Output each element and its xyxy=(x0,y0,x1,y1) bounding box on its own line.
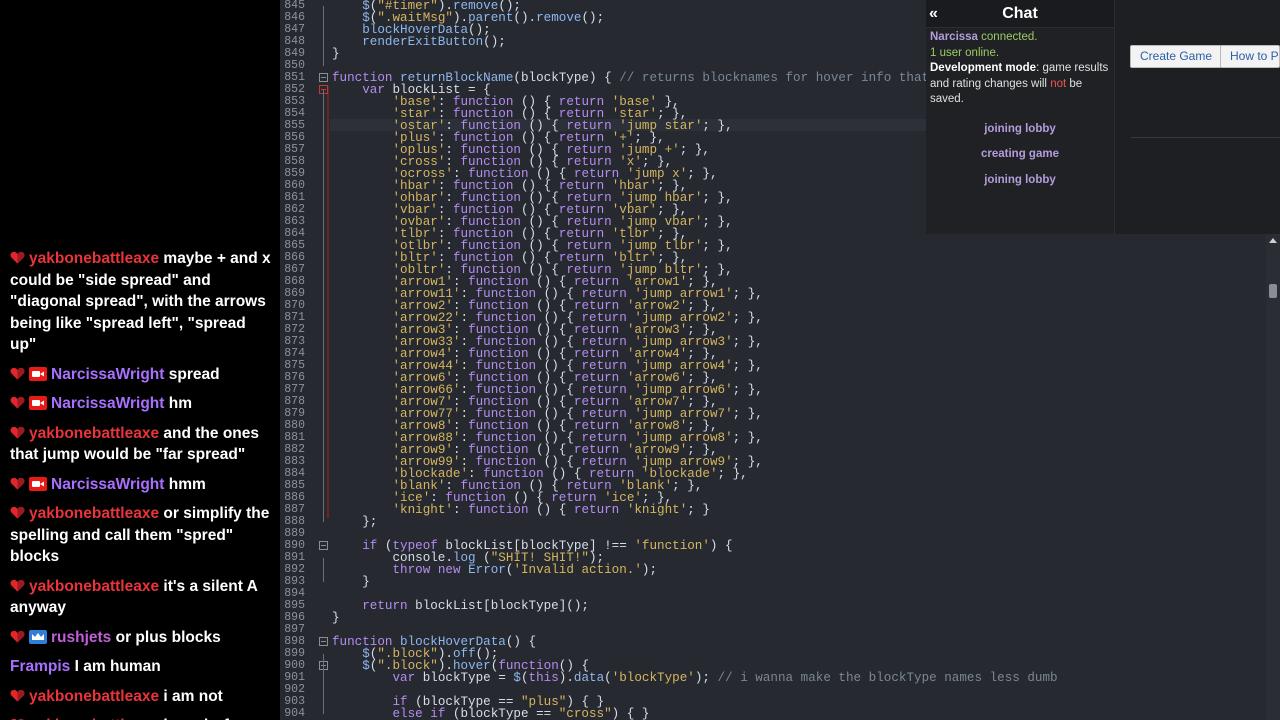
chat-message: yakbonebattleaxe maybe + and x could be … xyxy=(0,246,280,358)
chat-message-text: I am human xyxy=(74,658,161,675)
line-number: 904 xyxy=(284,707,305,720)
chat-message: NarcissaWright spread xyxy=(0,362,280,388)
code-line[interactable]: return blockList[blockType](); xyxy=(332,600,589,613)
create-game-button[interactable]: Create Game xyxy=(1130,45,1223,68)
fold-toggle-icon[interactable] xyxy=(319,541,328,550)
fold-toggle-icon[interactable] xyxy=(319,73,328,82)
heart-badge-icon xyxy=(10,689,25,702)
stream-chat-panel: yakbonebattleaxe maybe + and x could be … xyxy=(0,0,280,720)
chat-username[interactable]: yakbonebattleaxe xyxy=(29,425,159,442)
lobby-area: Create Game How to P xyxy=(1115,0,1280,234)
chat-message: yakbonebattleaxe or simplify the spellin… xyxy=(0,501,280,570)
chat-message: NarcissaWright hm xyxy=(0,391,280,417)
chat-message-text: i am not xyxy=(163,687,223,705)
chat-message-text: hm xyxy=(168,395,192,412)
line-number-gutter: 845 846 847 848 849 850 851 852 853 854 855 856 857 8… xyxy=(280,0,313,720)
site-chat-header: « Chat xyxy=(926,0,1114,28)
chat-message: yakbonebattleaxe it's a silent A anyway xyxy=(0,574,280,621)
fold-guide-line xyxy=(323,6,324,66)
chat-log-user: Narcissa xyxy=(930,31,978,43)
fold-guide-line xyxy=(323,654,324,714)
fold-toggle-icon[interactable] xyxy=(319,637,328,646)
chat-message: yakbonebattleaxe i am dorf xyxy=(0,713,280,720)
how-to-play-button[interactable]: How to P xyxy=(1220,45,1280,68)
chat-log-dev-mode: Development mode: game results and ratin… xyxy=(930,61,1110,108)
code-line[interactable]: } xyxy=(332,576,370,589)
chat-message: rushjets or plus blocks xyxy=(0,625,280,651)
fold-guide-line xyxy=(323,558,324,582)
site-chat-title: Chat xyxy=(1002,5,1038,22)
dev-mode-label: Development mode xyxy=(930,62,1037,74)
site-chat-log: Narcissa connected. 1 user online. Devel… xyxy=(926,28,1114,188)
code-line[interactable]: }; xyxy=(332,516,377,529)
dev-mode-not: not xyxy=(1050,77,1067,90)
chat-username[interactable]: yakbonebattleaxe xyxy=(29,688,159,705)
chat-message: NarcissaWright hmm xyxy=(0,472,280,498)
chat-username[interactable]: rushjets xyxy=(51,629,111,646)
chat-username[interactable]: NarcissaWright xyxy=(51,366,164,383)
chat-username[interactable]: yakbonebattleaxe xyxy=(29,505,159,522)
chat-log-online-count: 1 user online. xyxy=(930,46,1000,59)
chat-username[interactable]: NarcissaWright xyxy=(51,476,164,493)
code-line[interactable]: } xyxy=(332,48,340,61)
code-line[interactable]: 'knight': function () { return 'knight';… xyxy=(332,504,710,517)
scroll-thumb[interactable] xyxy=(1269,284,1277,298)
video-camera-badge-icon xyxy=(29,396,47,410)
chat-message: yakbonebattleaxe i am not xyxy=(0,684,280,710)
status-row: joining lobby xyxy=(984,173,1056,186)
chat-username[interactable]: NarcissaWright xyxy=(51,395,164,412)
crown-badge-icon xyxy=(29,629,47,644)
status-row: joining lobby xyxy=(984,122,1056,135)
chat-message: Frampis I am human xyxy=(0,654,280,680)
lobby-divider xyxy=(1131,137,1280,138)
fold-guide-line xyxy=(323,90,324,522)
stream-chat-messages: yakbonebattleaxe maybe + and x could be … xyxy=(0,246,280,720)
chat-username[interactable]: yakbonebattleaxe xyxy=(29,250,159,267)
chat-message: yakbonebattleaxe and the ones that jump … xyxy=(0,421,280,468)
code-line[interactable]: var blockType = $(this).data('blockType'… xyxy=(332,672,1057,685)
code-line[interactable]: else if (blockType == "cross") { } xyxy=(332,708,649,720)
video-camera-badge-icon xyxy=(29,366,47,381)
code-line[interactable]: } xyxy=(332,612,340,625)
site-chat-box: « Chat Narcissa connected. 1 user online… xyxy=(926,0,1115,234)
video-camera-badge-icon xyxy=(29,476,47,491)
heart-badge-icon xyxy=(10,396,25,409)
heart-badge-icon xyxy=(10,630,25,643)
page-scrollbar[interactable] xyxy=(1266,234,1280,720)
game-site-panel: « Chat Narcissa connected. 1 user online… xyxy=(926,0,1280,234)
heart-badge-icon xyxy=(10,426,25,439)
code-line[interactable]: renderExitButton(); xyxy=(332,36,506,49)
heart-badge-icon xyxy=(10,506,25,519)
scroll-up-arrow-icon[interactable] xyxy=(1269,238,1277,243)
chat-username[interactable]: yakbonebattleaxe xyxy=(29,578,159,595)
heart-badge-icon xyxy=(10,367,25,380)
chat-log-connected-text: connected. xyxy=(977,31,1038,43)
heart-badge-icon xyxy=(10,579,25,592)
chat-message-text: spread xyxy=(168,365,220,383)
chat-username[interactable]: Frampis xyxy=(10,658,70,675)
error-marker-bar xyxy=(327,86,329,518)
heart-badge-icon xyxy=(10,251,25,264)
chat-message-text: or plus blocks xyxy=(115,628,221,646)
heart-badge-icon xyxy=(10,477,25,490)
code-line[interactable]: throw new Error('Invalid action.'); xyxy=(332,564,657,577)
status-row: creating game xyxy=(981,148,1059,160)
chat-log-connected-line: Narcissa connected. xyxy=(930,30,1110,46)
chat-message-text: hmm xyxy=(168,475,206,493)
